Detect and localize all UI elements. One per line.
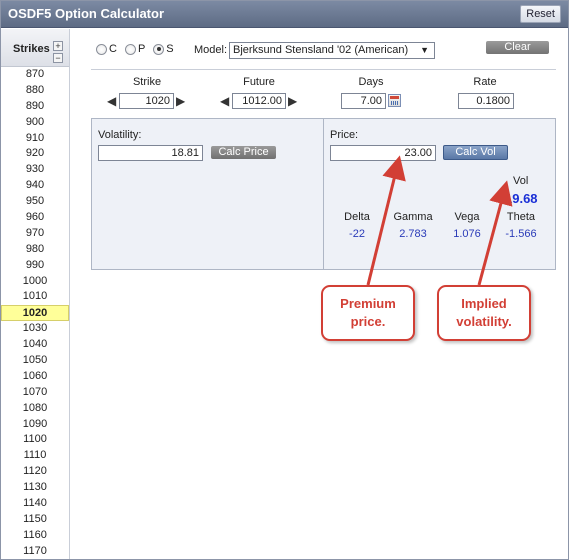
- expand-plus-icon[interactable]: +: [53, 41, 63, 51]
- strike-item[interactable]: 880: [1, 83, 69, 99]
- calendar-icon[interactable]: [388, 94, 401, 107]
- theta-value: -1.566: [505, 228, 537, 240]
- call-radio[interactable]: [96, 43, 107, 55]
- strike-item[interactable]: 1070: [1, 385, 69, 401]
- days-input[interactable]: 7.00: [341, 93, 386, 109]
- price-label: Price:: [330, 129, 359, 141]
- strike-item[interactable]: 1060: [1, 369, 69, 385]
- strike-input[interactable]: 1020: [119, 93, 174, 109]
- strike-item[interactable]: 870: [1, 67, 69, 83]
- model-label: Model:: [194, 44, 228, 56]
- call-radio-label: C: [109, 43, 117, 55]
- strike-increase-icon[interactable]: ▶: [176, 94, 185, 108]
- volatility-panel: Volatility: 18.81 Calc Price: [92, 119, 324, 269]
- dropdown-arrow-icon: ▼: [420, 45, 429, 55]
- strikes-header: Strikes + −: [1, 29, 69, 67]
- strike-item[interactable]: 970: [1, 226, 69, 242]
- straddle-radio-label: S: [166, 43, 174, 55]
- delta-label: Delta: [344, 211, 370, 223]
- strike-item[interactable]: 990: [1, 258, 69, 274]
- strike-item[interactable]: 1140: [1, 496, 69, 512]
- strike-item[interactable]: 890: [1, 99, 69, 115]
- calc-price-button[interactable]: Calc Price: [211, 146, 276, 159]
- calc-vol-button[interactable]: Calc Vol: [443, 145, 508, 160]
- strike-item[interactable]: 980: [1, 242, 69, 258]
- strike-item[interactable]: 1020: [1, 305, 69, 322]
- strike-list: 870 880 890 900 910 920 930 940 950 960 970 980 990 1…: [1, 67, 69, 559]
- gamma-label: Gamma: [393, 211, 433, 223]
- strike-item[interactable]: 1130: [1, 480, 69, 496]
- strikes-sidebar: Strikes + − 870 880 890 900 910 920 930 940 950 9…: [1, 29, 70, 559]
- strike-item[interactable]: 1160: [1, 528, 69, 544]
- future-label: Future: [243, 76, 275, 88]
- model-select[interactable]: Bjerksund Stensland '02 (American) ▼: [229, 42, 435, 59]
- volatility-input[interactable]: 18.81: [98, 145, 203, 161]
- strike-item[interactable]: 900: [1, 115, 69, 131]
- strike-label: Strike: [132, 76, 162, 88]
- strike-item[interactable]: 1170: [1, 544, 69, 559]
- strike-item[interactable]: 960: [1, 210, 69, 226]
- straddle-radio[interactable]: [153, 43, 165, 55]
- days-label: Days: [358, 76, 384, 88]
- future-decrease-icon[interactable]: ◀: [220, 94, 229, 108]
- strike-item[interactable]: 1040: [1, 337, 69, 353]
- strike-item[interactable]: 1150: [1, 512, 69, 528]
- parameters-row: Strike ◀ 1020 ▶ Future ◀ 1012.00 ▶ Days …: [91, 69, 556, 115]
- implied-volatility-callout: Implied volatility.: [437, 285, 531, 341]
- volatility-label: Volatility:: [98, 129, 142, 141]
- strike-item[interactable]: 930: [1, 162, 69, 178]
- strike-item[interactable]: 1050: [1, 353, 69, 369]
- vega-value: 1.076: [453, 228, 481, 240]
- vol-label: Vol: [513, 175, 529, 187]
- vol-value: 19.68: [505, 191, 538, 206]
- put-radio-label: P: [137, 43, 146, 55]
- title-bar: OSDF5 Option Calculator Reset: [1, 1, 568, 28]
- collapse-minus-icon[interactable]: −: [53, 53, 63, 63]
- window-title: OSDF5 Option Calculator: [8, 6, 165, 21]
- model-select-value: Bjerksund Stensland '02 (American): [233, 44, 409, 56]
- strike-item[interactable]: 1110: [1, 448, 69, 464]
- strike-item[interactable]: 1030: [1, 321, 69, 337]
- theta-label: Theta: [506, 211, 536, 223]
- strike-item[interactable]: 940: [1, 178, 69, 194]
- strikes-title: Strikes: [13, 43, 50, 55]
- strike-item[interactable]: 910: [1, 131, 69, 147]
- calc-panels: Volatility: 18.81 Calc Price Price: 23.0…: [91, 118, 556, 270]
- strike-decrease-icon[interactable]: ◀: [107, 94, 116, 108]
- price-panel: Price: 23.00 Calc Vol Vol 19.68 Delta Ga…: [325, 119, 555, 269]
- option-calculator-window: OSDF5 Option Calculator Reset Strikes + …: [0, 0, 569, 560]
- strike-item[interactable]: 920: [1, 146, 69, 162]
- rate-label: Rate: [473, 76, 497, 88]
- strike-item[interactable]: 1010: [1, 289, 69, 305]
- put-radio[interactable]: [124, 43, 136, 55]
- option-type-radios: C P S: [96, 43, 180, 55]
- clear-button[interactable]: Clear: [486, 41, 549, 54]
- delta-value: -22: [349, 228, 365, 240]
- future-input[interactable]: 1012.00: [232, 93, 286, 109]
- strike-item[interactable]: 950: [1, 194, 69, 210]
- strike-item[interactable]: 1090: [1, 417, 69, 433]
- rate-input[interactable]: 0.1800: [458, 93, 514, 109]
- future-increase-icon[interactable]: ▶: [288, 94, 297, 108]
- strike-item[interactable]: 1000: [1, 274, 69, 290]
- price-input[interactable]: 23.00: [330, 145, 436, 161]
- strike-item[interactable]: 1120: [1, 464, 69, 480]
- strike-item[interactable]: 1100: [1, 432, 69, 448]
- premium-price-callout: Premium price.: [321, 285, 415, 341]
- gamma-value: 2.783: [399, 228, 427, 240]
- vega-label: Vega: [454, 211, 480, 223]
- reset-button[interactable]: Reset: [520, 5, 561, 23]
- strike-item[interactable]: 1080: [1, 401, 69, 417]
